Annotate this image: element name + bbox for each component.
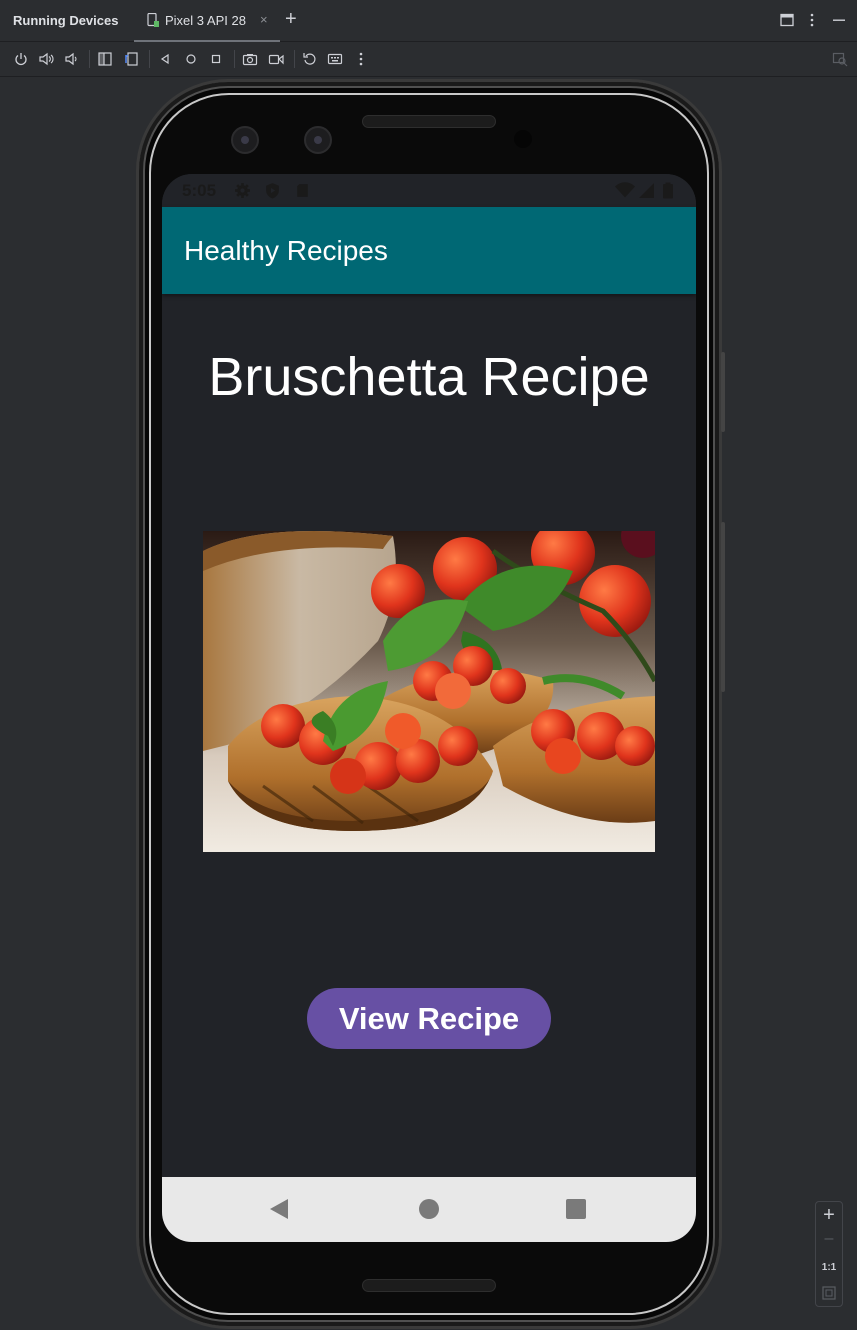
bruschetta-photo xyxy=(203,531,655,852)
recipe-title: Bruschetta Recipe xyxy=(208,347,650,407)
status-time: 5:05 xyxy=(182,181,217,200)
device-icon xyxy=(147,13,159,27)
nav-overview-icon[interactable] xyxy=(564,1197,588,1221)
earpiece-speaker xyxy=(362,115,496,128)
zoom-to-fit-icon[interactable] xyxy=(832,51,848,67)
signal-icon xyxy=(639,183,654,198)
fit-screen-icon[interactable] xyxy=(822,1286,836,1300)
more-options-icon[interactable] xyxy=(804,12,820,28)
status-bar: 5:05 xyxy=(162,174,696,207)
side-button-power xyxy=(721,352,725,432)
zoom-in-button[interactable]: + xyxy=(816,1204,842,1227)
recipe-image xyxy=(203,531,655,852)
rotate-right-icon[interactable] xyxy=(123,51,139,67)
more-icon[interactable] xyxy=(353,51,369,67)
tool-window-title: Running Devices xyxy=(13,13,119,28)
overview-icon[interactable] xyxy=(208,51,224,67)
front-camera xyxy=(231,126,259,154)
zoom-controls: + – 1:1 xyxy=(815,1201,843,1307)
battery-icon xyxy=(663,182,673,199)
toolbar-separator xyxy=(294,50,295,68)
window-layout-icon[interactable] xyxy=(779,12,795,28)
app-bar: Healthy Recipes xyxy=(162,207,696,294)
device-screen[interactable]: 5:05 Healthy Recipes Bruschetta Recipe V… xyxy=(162,174,696,1242)
home-icon[interactable] xyxy=(183,51,199,67)
volume-up-icon[interactable] xyxy=(38,51,54,67)
power-icon[interactable] xyxy=(13,51,29,67)
sd-card-icon xyxy=(297,184,308,197)
screen-record-icon[interactable] xyxy=(268,51,284,67)
emulator-toolbar xyxy=(0,42,857,77)
side-button-volume xyxy=(721,522,725,692)
bottom-speaker xyxy=(362,1279,496,1292)
navigation-bar xyxy=(162,1177,696,1242)
nav-home-icon[interactable] xyxy=(417,1197,441,1221)
toolbar-separator xyxy=(89,50,90,68)
device-tab-label: Pixel 3 API 28 xyxy=(165,13,246,28)
toolbar-separator xyxy=(234,50,235,68)
reset-icon[interactable] xyxy=(302,51,318,67)
zoom-out-button[interactable]: – xyxy=(816,1230,842,1248)
minimize-icon[interactable] xyxy=(831,12,847,28)
toolbar-separator xyxy=(149,50,150,68)
app-bar-title: Healthy Recipes xyxy=(184,235,388,266)
wifi-icon xyxy=(615,182,635,198)
rotate-left-icon[interactable] xyxy=(97,51,113,67)
nav-back-icon[interactable] xyxy=(268,1197,292,1221)
keyboard-icon[interactable] xyxy=(327,51,343,67)
screenshot-icon[interactable] xyxy=(242,51,258,67)
volume-down-icon[interactable] xyxy=(63,51,79,67)
close-tab-icon[interactable]: × xyxy=(260,12,268,27)
proximity-sensor xyxy=(514,130,532,148)
back-icon[interactable] xyxy=(157,51,173,67)
play-protect-icon xyxy=(266,183,279,199)
view-recipe-button[interactable]: View Recipe xyxy=(307,988,551,1049)
tool-window-header: Running Devices Pixel 3 API 28 × + xyxy=(0,0,857,42)
device-tab[interactable]: Pixel 3 API 28 × xyxy=(134,0,280,42)
front-camera-wide xyxy=(304,126,332,154)
actual-size-button[interactable]: 1:1 xyxy=(816,1262,842,1273)
add-tab-icon[interactable]: + xyxy=(285,9,297,29)
settings-icon xyxy=(235,183,250,198)
